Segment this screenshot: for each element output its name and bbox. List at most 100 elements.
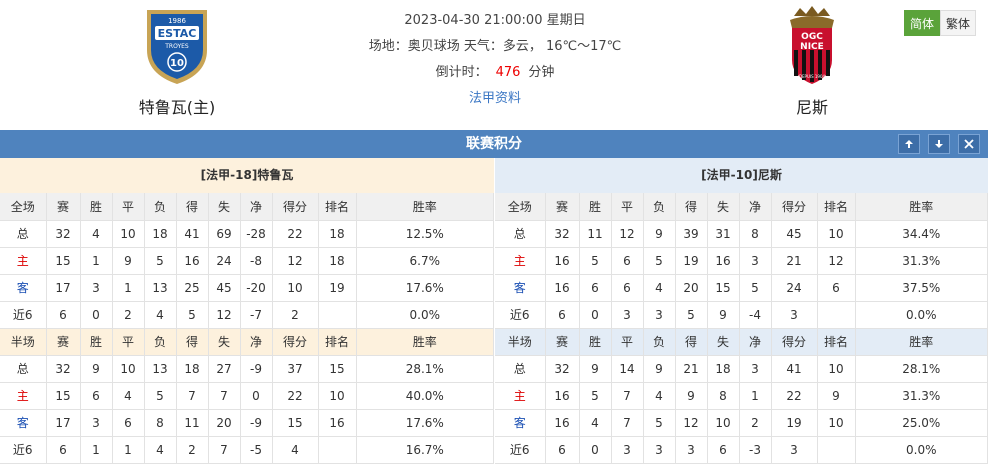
column-header: 失 — [707, 328, 740, 356]
table-cell: 25.0% — [855, 409, 988, 437]
table-cell: 18 — [707, 355, 740, 383]
table-cell: 9 — [817, 382, 856, 410]
countdown-value: 476 — [495, 65, 521, 80]
table-row: 主 15 1 9 5 16 24 -8 12 18 6.7% — [0, 247, 494, 275]
table-cell: 9 — [675, 382, 708, 410]
column-header: 失 — [707, 193, 740, 221]
table-cell: 32 — [545, 220, 580, 248]
table-row: 主 15 6 4 5 7 7 0 22 10 40.0% — [0, 382, 494, 410]
table-row: 近6 6 0 3 3 5 9 -4 3 0.0% — [495, 301, 988, 329]
table-cell: 5 — [144, 382, 177, 410]
table-cell: 9 — [112, 247, 145, 275]
column-header: 胜 — [579, 328, 612, 356]
table-cell: 17 — [46, 274, 81, 302]
row-label: 总 — [0, 220, 47, 248]
table-cell: 0 — [240, 382, 273, 410]
table-cell: 5 — [675, 301, 708, 329]
table-cell: 19 — [675, 247, 708, 275]
table-row: 客 17 3 1 13 25 45 -20 10 19 17.6% — [0, 274, 494, 302]
row-label: 主 — [495, 382, 546, 410]
table-cell: 25 — [176, 274, 209, 302]
table-row: 客 16 4 7 5 12 10 2 19 10 25.0% — [495, 409, 988, 437]
table-row: 总 32 9 14 9 21 18 3 41 10 28.1% — [495, 355, 988, 383]
table-cell: 6 — [80, 382, 113, 410]
table-row: 近6 6 0 3 3 3 6 -3 3 0.0% — [495, 436, 988, 464]
table-cell: 31.3% — [855, 247, 988, 275]
table-cell: 39 — [675, 220, 708, 248]
table-cell: 6 — [611, 274, 644, 302]
move-down-button[interactable] — [928, 134, 950, 154]
column-header: 胜率 — [855, 193, 988, 221]
row-label: 近6 — [0, 301, 47, 329]
table-cell: 4 — [272, 436, 319, 464]
table-cell: 0 — [80, 301, 113, 329]
column-header: 赛 — [46, 193, 81, 221]
table-cell: 10 — [272, 274, 319, 302]
table-cell: 3 — [739, 355, 772, 383]
table-cell: 12.5% — [356, 220, 494, 248]
table-cell: 1 — [739, 382, 772, 410]
table-cell: 37.5% — [855, 274, 988, 302]
column-header: 胜率 — [855, 328, 988, 356]
away-team-name[interactable]: 尼斯 — [752, 94, 872, 118]
table-cell: 21 — [675, 355, 708, 383]
table-cell: 41 — [176, 220, 209, 248]
column-header: 胜率 — [356, 328, 494, 356]
table-cell: 17.6% — [356, 274, 494, 302]
table-cell: 32 — [545, 355, 580, 383]
table-cell: 16 — [545, 247, 580, 275]
table-row: 总 32 4 10 18 41 69 -28 22 18 12.5% — [0, 220, 494, 248]
column-header: 负 — [144, 193, 177, 221]
column-header: 得 — [675, 328, 708, 356]
table-row: 总 32 9 10 13 18 27 -9 37 15 28.1% — [0, 355, 494, 383]
arrow-up-icon — [905, 140, 913, 148]
away-team[interactable]: OGC NICE DEPUIS 1904 尼斯 — [752, 6, 872, 118]
column-header: 负 — [643, 193, 676, 221]
table-cell: 2 — [176, 436, 209, 464]
table-cell: 34.4% — [855, 220, 988, 248]
table-cell: -7 — [240, 301, 273, 329]
close-button[interactable] — [958, 134, 980, 154]
table-cell: 5 — [579, 382, 612, 410]
table-row: 近6 6 1 1 4 2 7 -5 4 16.7% — [0, 436, 494, 464]
row-label: 近6 — [0, 436, 47, 464]
table-cell: 3 — [675, 436, 708, 464]
table-row: 客 16 6 6 4 20 15 5 24 6 37.5% — [495, 274, 988, 302]
table-cell: 16.7% — [356, 436, 494, 464]
column-header: 排名 — [318, 193, 357, 221]
table-cell: 45 — [771, 220, 818, 248]
table-cell: 20 — [208, 409, 241, 437]
table-cell: 6 — [112, 409, 145, 437]
table-cell: 5 — [643, 409, 676, 437]
traditional-button[interactable]: 繁体 — [940, 10, 976, 36]
column-header: 负 — [144, 328, 177, 356]
table-cell: 1 — [112, 436, 145, 464]
league-info-link[interactable]: 法甲资料 — [469, 91, 521, 106]
close-icon — [964, 139, 974, 149]
home-team[interactable]: 1986 ESTAC TROYES 10 特鲁瓦(主) — [117, 6, 237, 118]
row-label: 主 — [0, 382, 47, 410]
move-up-button[interactable] — [898, 134, 920, 154]
home-standings-table: 全场赛胜平负得失净得分 排名 胜率总 32 4 10 18 41 69 -28 22 18 12.5% 主… — [0, 193, 494, 464]
table-cell: 0.0% — [855, 436, 988, 464]
table-cell: 5 — [579, 247, 612, 275]
table-header-row: 半场赛胜平负得失净得分 排名 胜率 — [495, 328, 988, 356]
table-cell: 4 — [643, 274, 676, 302]
table-cell: 45 — [208, 274, 241, 302]
table-cell: 3 — [80, 409, 113, 437]
table-cell: 18 — [318, 220, 357, 248]
logo-text: ESTAC — [158, 27, 197, 40]
table-cell: 22 — [272, 382, 319, 410]
column-header: 排名 — [817, 328, 856, 356]
table-cell: 9 — [80, 355, 113, 383]
table-cell: 12 — [611, 220, 644, 248]
table-cell: 18 — [318, 247, 357, 275]
countdown-unit: 分钟 — [528, 65, 555, 80]
table-cell: 3 — [643, 436, 676, 464]
simplified-button[interactable]: 简体 — [904, 10, 940, 36]
table-cell: 15 — [707, 274, 740, 302]
table-cell: 7 — [176, 382, 209, 410]
table-cell: -9 — [240, 409, 273, 437]
table-cell: 9 — [643, 355, 676, 383]
home-team-name[interactable]: 特鲁瓦(主) — [117, 94, 237, 118]
